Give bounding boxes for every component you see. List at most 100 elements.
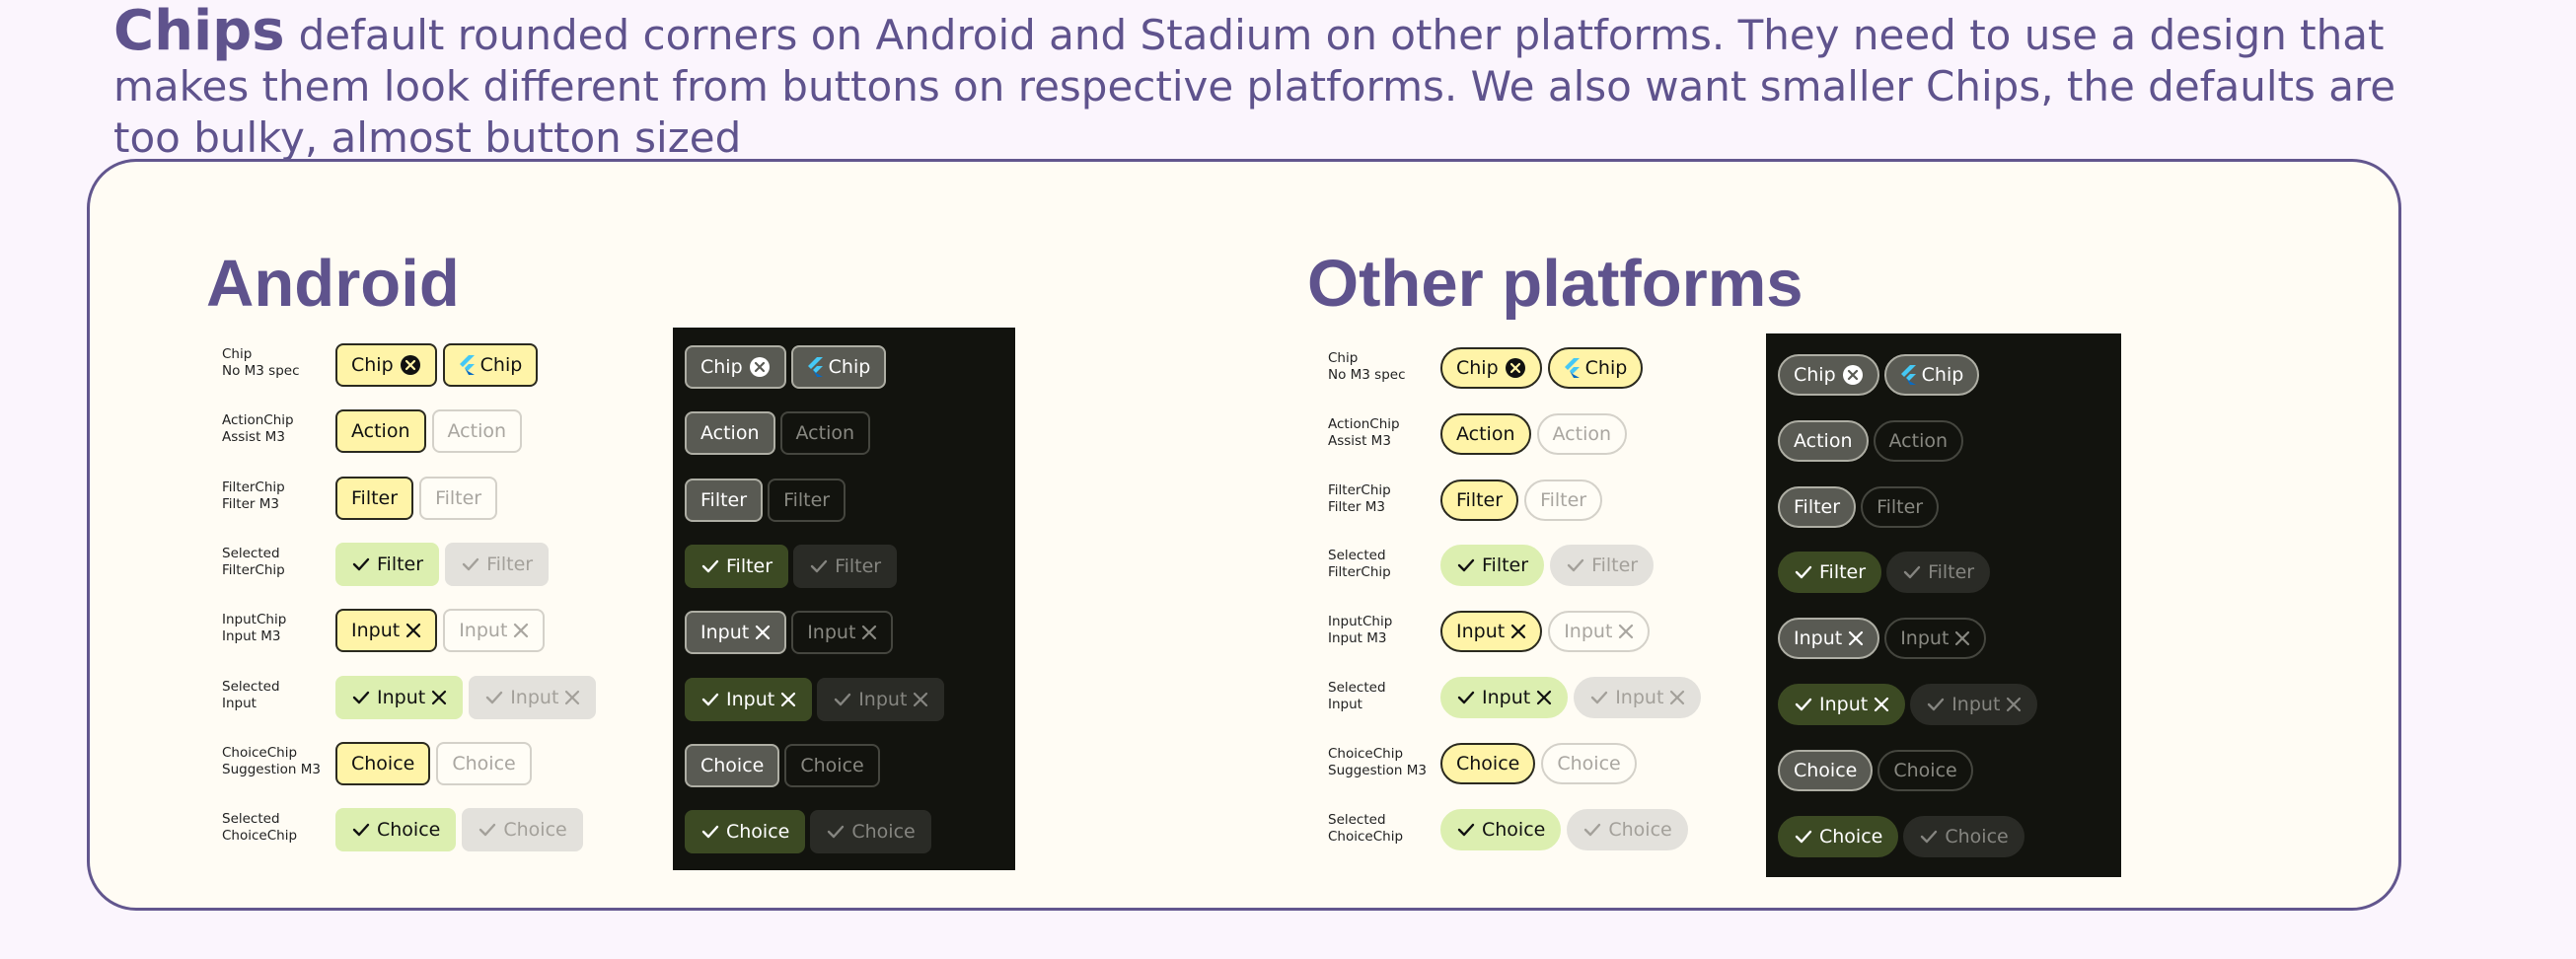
close-icon[interactable] (1510, 624, 1526, 639)
close-icon[interactable] (431, 690, 447, 705)
close-icon[interactable] (1848, 630, 1864, 646)
close-circle-icon[interactable] (1505, 357, 1526, 379)
chip-choice-enabled[interactable]: Choice (1440, 742, 1536, 784)
chip-filter-disabled[interactable]: Filter (419, 476, 498, 520)
close-icon[interactable] (2006, 697, 2022, 712)
chip-filter-disabled[interactable]: Filter (1861, 485, 1940, 528)
chip-choice-disabled[interactable]: Choice (1541, 742, 1637, 784)
chip-choice-selected[interactable]: Choice (1778, 815, 1899, 857)
chip-choice-disabled[interactable]: Choice (436, 741, 532, 785)
chip-input-selected-disabled[interactable]: Input (469, 675, 597, 719)
chip-label: Choice (377, 819, 441, 842)
chip-filter-selected[interactable]: Filter (1440, 545, 1545, 587)
close-icon[interactable] (405, 623, 421, 638)
chip-filter-selected[interactable]: Filter (685, 544, 789, 588)
check-icon (1795, 698, 1812, 711)
chip-filter-selected[interactable]: Filter (1778, 552, 1882, 594)
close-circle-icon[interactable] (400, 354, 421, 376)
chip-input-enabled[interactable]: Input (1778, 618, 1880, 660)
chip-filter-disabled[interactable]: Filter (768, 478, 846, 522)
chip-action-enabled[interactable]: Action (1778, 419, 1869, 462)
close-circle-icon[interactable] (1842, 364, 1864, 386)
chip-choice-enabled[interactable]: Choice (1778, 749, 1874, 791)
flutter-logo-icon (459, 355, 475, 375)
close-circle-icon[interactable] (749, 356, 771, 378)
chip-label: Choice (351, 752, 415, 775)
chip-input-disabled[interactable]: Input (443, 609, 546, 653)
chip-label: Input (1564, 621, 1613, 643)
chip-choice-selected[interactable]: Choice (1440, 808, 1562, 850)
chip-chip-enabled[interactable]: Chip (790, 345, 887, 389)
chip-input-selected[interactable]: Input (335, 675, 464, 719)
close-icon[interactable] (913, 692, 928, 707)
close-icon[interactable] (755, 625, 771, 640)
chip-chip-enabled[interactable]: Chip (1778, 354, 1879, 396)
chip-choice-selected[interactable]: Choice (335, 808, 457, 852)
chip-filter-selected-disabled[interactable]: Filter (1550, 545, 1655, 587)
chip-input-selected[interactable]: Input (1778, 684, 1906, 725)
chip-choice-selected-disabled[interactable]: Choice (1567, 808, 1688, 850)
close-icon[interactable] (861, 625, 877, 640)
check-icon (828, 825, 845, 839)
chip-chip-enabled[interactable]: Chip (685, 345, 786, 389)
chip-input-selected-disabled[interactable]: Input (1910, 684, 2038, 725)
close-icon[interactable] (1954, 630, 1970, 646)
chip-choice-enabled[interactable]: Choice (335, 741, 431, 785)
chip-action-enabled[interactable]: Action (685, 411, 775, 456)
chip-filter-enabled[interactable]: Filter (1778, 485, 1857, 528)
chip-input-enabled[interactable]: Input (1440, 611, 1543, 653)
close-icon[interactable] (1874, 697, 1889, 712)
close-icon[interactable] (564, 690, 580, 705)
chip-action-enabled[interactable]: Action (1440, 412, 1531, 455)
chip-input-disabled[interactable]: Input (791, 611, 894, 655)
chip-chip-enabled[interactable]: Chip (442, 343, 539, 387)
close-icon[interactable] (1618, 624, 1634, 639)
chip-input-selected[interactable]: Input (685, 677, 813, 721)
chip-label: Filter (435, 486, 482, 509)
chip-filter-disabled[interactable]: Filter (1524, 479, 1603, 521)
chip-filter-enabled[interactable]: Filter (335, 476, 414, 520)
check-icon (701, 693, 719, 705)
chip-label: Filter (726, 554, 773, 577)
chip-choice-disabled[interactable]: Choice (1877, 749, 1973, 791)
chip-input-selected[interactable]: Input (1440, 677, 1569, 718)
chip-chip-enabled[interactable]: Chip (1883, 354, 1980, 396)
chip-filter-selected[interactable]: Filter (335, 542, 440, 586)
chip-filter-selected-disabled[interactable]: Filter (445, 542, 550, 586)
chip-input-enabled[interactable]: Input (685, 611, 787, 655)
close-icon[interactable] (1669, 690, 1685, 705)
chip-filter-selected-disabled[interactable]: Filter (1886, 552, 1991, 594)
row-label: Selected Input (222, 678, 280, 711)
chip-filter-enabled[interactable]: Filter (1440, 479, 1519, 521)
chip-choice-enabled[interactable]: Choice (685, 743, 780, 787)
chip-action-disabled[interactable]: Action (779, 411, 871, 456)
chip-action-disabled[interactable]: Action (1873, 419, 1964, 462)
chip-chip-enabled[interactable]: Chip (1547, 347, 1644, 389)
check-icon (479, 823, 496, 837)
chip-input-selected-disabled[interactable]: Input (1574, 677, 1702, 718)
chip-input-enabled[interactable]: Input (335, 609, 438, 653)
chip-filter-selected-disabled[interactable]: Filter (793, 544, 898, 588)
check-icon (486, 691, 503, 703)
chip-input-disabled[interactable]: Input (1884, 618, 1987, 660)
chip-choice-selected-disabled[interactable]: Choice (1903, 815, 2024, 857)
chip-choice-selected-disabled[interactable]: Choice (810, 810, 931, 854)
chip-chip-enabled[interactable]: Chip (1440, 347, 1542, 389)
chip-input-selected-disabled[interactable]: Input (817, 677, 945, 721)
chip-input-disabled[interactable]: Input (1548, 611, 1651, 653)
close-icon[interactable] (1536, 690, 1552, 705)
check-icon (462, 557, 479, 571)
chip-chip-enabled[interactable]: Chip (335, 343, 437, 387)
chip-action-disabled[interactable]: Action (431, 409, 523, 454)
chip-action-disabled[interactable]: Action (1536, 412, 1628, 455)
chip-choice-selected-disabled[interactable]: Choice (462, 808, 583, 852)
close-icon[interactable] (780, 692, 796, 707)
chip-action-enabled[interactable]: Action (335, 409, 426, 454)
chip-label: Chip (479, 354, 523, 376)
chip-choice-disabled[interactable]: Choice (784, 743, 880, 787)
chip-label: Chip (351, 354, 394, 376)
chip-filter-enabled[interactable]: Filter (685, 478, 764, 522)
close-icon[interactable] (513, 623, 529, 638)
chip-choice-selected[interactable]: Choice (685, 810, 806, 854)
chip-label: Chip (828, 356, 871, 378)
